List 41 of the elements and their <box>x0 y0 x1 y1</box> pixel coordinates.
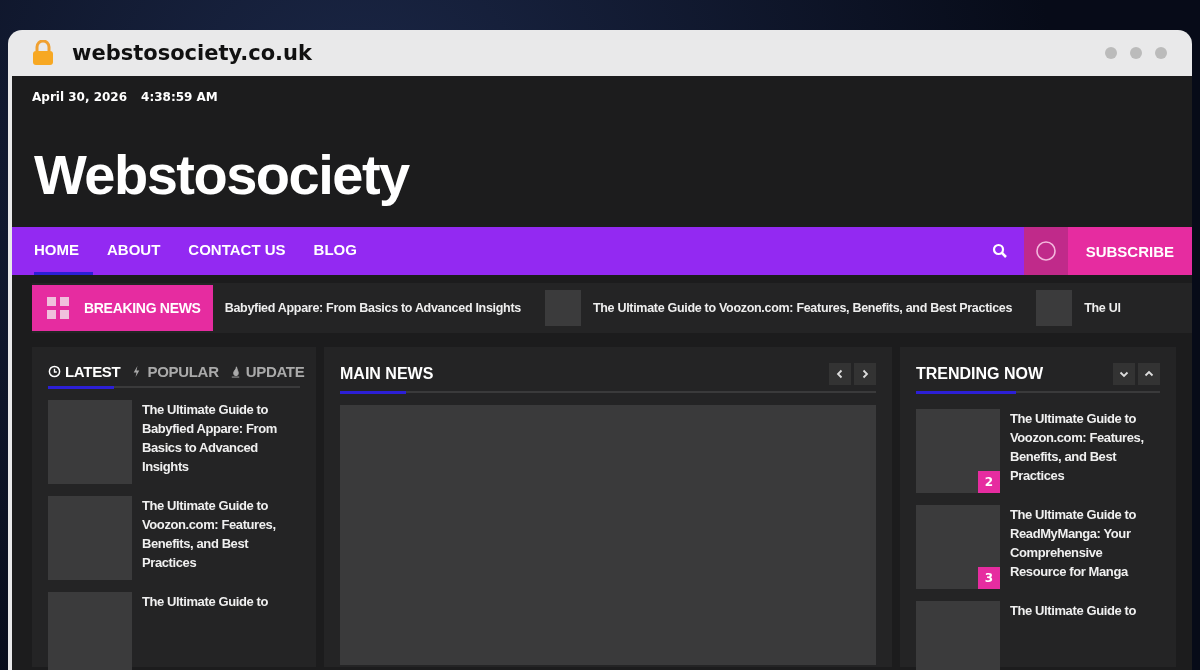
post-title[interactable]: The Ultimate Guide to <box>142 592 268 670</box>
address-bar-url[interactable]: webstosociety.co.uk <box>72 41 312 65</box>
nav-link[interactable]: CONTACT US <box>188 227 300 275</box>
section-title: TRENDING NOW <box>916 365 1044 383</box>
post-title[interactable]: The Ultimate Guide to Babyfied Appare: From Basics to Advanced Insights <box>142 400 300 484</box>
rank-badge: 2 <box>978 471 1000 493</box>
ticker-headline[interactable]: Babyfied Appare: From Basics to Advanced Insights <box>224 301 521 315</box>
circle-icon <box>1033 239 1058 263</box>
post-title[interactable]: The Ultimate Guide to ReadMyManga: Your Comprehensive Resource for Manga <box>1010 505 1160 589</box>
previous-button[interactable] <box>829 363 851 385</box>
mode-toggle-button[interactable] <box>1023 227 1068 275</box>
post-title[interactable]: The Ultimate Guide to Voozon.com: Features, Benefits, and Best Practices <box>1010 409 1160 493</box>
window-dots-icon <box>1104 46 1168 60</box>
section-title: MAIN NEWS <box>340 365 434 383</box>
tab[interactable]: LATEST <box>48 363 121 380</box>
nav-link[interactable]: HOME <box>34 227 93 275</box>
chevron-down-icon <box>1119 369 1129 379</box>
nav-link[interactable]: BLOG <box>313 227 371 275</box>
lock-icon <box>32 40 54 66</box>
next-button[interactable] <box>854 363 876 385</box>
down-button[interactable] <box>1113 363 1135 385</box>
chevron-right-icon <box>860 369 870 379</box>
subscribe-button[interactable]: SUBSCRIBE <box>1067 227 1192 275</box>
chevron-up-icon <box>1144 369 1154 379</box>
date-text: April 30, 2026 <box>32 90 128 106</box>
time-text: 4:38:59 AM <box>141 90 218 106</box>
clock-icon <box>48 365 61 378</box>
search-icon[interactable] <box>991 243 1008 259</box>
ticker-headline[interactable]: The Ul <box>1084 301 1121 315</box>
chevron-left-icon <box>835 369 845 379</box>
nav-link[interactable]: ABOUT <box>107 227 175 275</box>
post-title[interactable]: The Ultimate Guide to <box>1010 601 1136 670</box>
up-button[interactable] <box>1138 363 1160 385</box>
rank-badge: 3 <box>978 567 1000 589</box>
ticker-headline[interactable]: The Ultimate Guide to Voozon.com: Features, Benefits, and Best Practices <box>592 301 1013 315</box>
grid-icon <box>46 296 70 320</box>
tab[interactable]: POPULAR <box>130 363 219 380</box>
site-title[interactable]: Webstosociety <box>12 116 431 207</box>
tab[interactable]: UPDATE <box>228 363 305 380</box>
post-title[interactable]: The Ultimate Guide to Voozon.com: Features, Benefits, and Best Practices <box>142 496 300 580</box>
breaking-news-label: BREAKING NEWS <box>84 300 202 316</box>
